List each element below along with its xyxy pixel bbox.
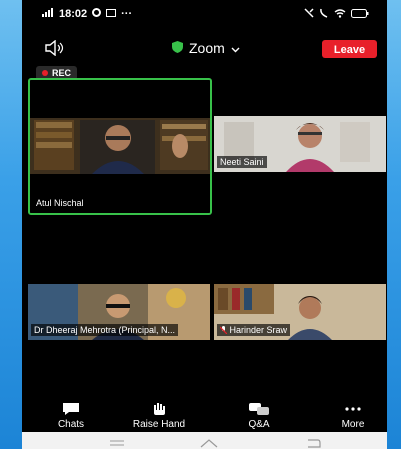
status-bar: 18:02 ··· bbox=[22, 0, 387, 28]
phone-screen: 18:02 ··· Zoom Leave REC Atul Nischal Ne… bbox=[22, 0, 387, 449]
participant-video bbox=[30, 80, 210, 213]
video-tile[interactable]: Neeti Saini bbox=[214, 116, 386, 172]
menu-nav-icon[interactable] bbox=[110, 435, 124, 449]
chat-icon bbox=[36, 402, 106, 416]
more-label: More bbox=[341, 419, 365, 430]
meeting-title-dropdown[interactable]: Zoom bbox=[172, 40, 240, 56]
video-tile-active-speaker[interactable]: Atul Nischal bbox=[28, 78, 212, 215]
mic-muted-icon bbox=[219, 325, 230, 335]
more-status-text: ··· bbox=[121, 8, 133, 20]
back-nav-icon[interactable] bbox=[305, 435, 321, 449]
more-dots-icon bbox=[318, 402, 387, 416]
qa-button[interactable]: Q&A bbox=[224, 402, 294, 430]
wifi-icon bbox=[334, 8, 346, 21]
participant-name-text: Harinder Sraw bbox=[229, 325, 288, 335]
more-button[interactable]: More bbox=[318, 402, 387, 430]
settings-status-icon bbox=[92, 8, 102, 20]
participant-name: Neeti Saini bbox=[217, 156, 267, 168]
signal-icon bbox=[42, 8, 54, 20]
participant-name: Harinder Sraw bbox=[217, 324, 291, 336]
raise-hand-button[interactable]: Raise Hand bbox=[124, 402, 194, 430]
mute-status-icon bbox=[304, 8, 314, 21]
message-status-icon bbox=[106, 8, 117, 20]
video-tile[interactable]: Dr Dheeraj Mehrotra (Principal, N... bbox=[28, 284, 210, 340]
shield-icon bbox=[172, 40, 183, 56]
qa-label: Q&A bbox=[248, 419, 270, 430]
meeting-controls: Chats Raise Hand Q&A More bbox=[22, 398, 387, 432]
participant-name: Atul Nischal bbox=[33, 197, 87, 209]
qa-icon bbox=[224, 402, 294, 416]
battery-icon bbox=[351, 8, 369, 21]
chats-label: Chats bbox=[57, 419, 85, 430]
raise-hand-icon bbox=[124, 402, 194, 416]
meeting-toolbar: Zoom Leave bbox=[22, 34, 387, 62]
meeting-title: Zoom bbox=[189, 40, 225, 56]
chats-button[interactable]: Chats bbox=[36, 402, 106, 430]
android-nav-bar bbox=[22, 432, 387, 449]
chevron-down-icon bbox=[231, 40, 240, 56]
clock: 18:02 bbox=[59, 8, 88, 20]
recording-label: REC bbox=[52, 68, 72, 78]
participant-name: Dr Dheeraj Mehrotra (Principal, N... bbox=[31, 324, 179, 336]
call-status-icon bbox=[319, 8, 329, 21]
leave-button[interactable]: Leave bbox=[322, 40, 377, 58]
record-dot-icon bbox=[42, 70, 48, 76]
home-nav-icon[interactable] bbox=[200, 435, 218, 449]
speaker-icon[interactable] bbox=[44, 39, 66, 57]
video-tile[interactable]: Harinder Sraw bbox=[214, 284, 386, 340]
raise-hand-label: Raise Hand bbox=[132, 419, 186, 430]
